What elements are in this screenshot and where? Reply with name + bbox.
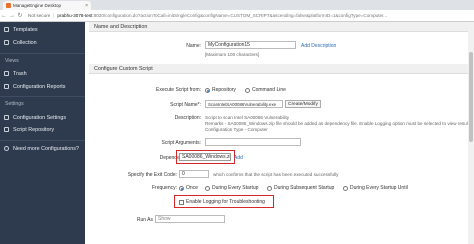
- script-arguments-input[interactable]: [205, 138, 301, 146]
- highlight-box: [176, 150, 235, 164]
- browser-tab[interactable]: ManageEngine Desktop ×: [3, 1, 91, 10]
- radio-icon: [267, 185, 272, 191]
- frequency-label: Frequency:: [151, 185, 177, 191]
- description-line: Script to scan Intel SA00086 Vulnerabili…: [205, 115, 290, 120]
- sidebar-item-configuration-reports[interactable]: Configuration Reports: [0, 81, 85, 92]
- radio-icon: [245, 87, 250, 93]
- frequency-option-label: During Subsequent Startup: [274, 185, 335, 191]
- favicon-icon: [6, 3, 11, 8]
- report-icon: [4, 84, 9, 89]
- script-name-label: Script Name*:: [170, 102, 201, 108]
- sidebar-item-label: Configuration Settings: [13, 114, 67, 121]
- browser-tab-bar: ManageEngine Desktop ×: [0, 0, 474, 10]
- run-as-field[interactable]: Show: [155, 215, 225, 223]
- description-label: Description:: [174, 115, 201, 121]
- sidebar-divider: [0, 53, 85, 54]
- sidebar-item-label: Templates: [13, 26, 38, 33]
- script-name-input[interactable]: ScanIntelSA00086Vulnerability.exe: [205, 100, 283, 108]
- sidebar-item-label: Script Repository: [13, 126, 55, 133]
- command-line-radio[interactable]: Command Line: [245, 87, 286, 93]
- command-line-radio-label: Command Line: [252, 87, 286, 93]
- url-separator: |: [53, 13, 55, 18]
- sidebar-item-script-repository[interactable]: Script Repository: [0, 124, 85, 135]
- frequency-once-radio[interactable]: Once: [179, 185, 198, 191]
- name-hint: [Maximum 100 characters]: [205, 52, 260, 57]
- create-modify-button[interactable]: Create/Modify: [285, 100, 321, 108]
- section-name-description-header: Name and Description: [89, 22, 469, 32]
- radio-selected-icon: [205, 87, 210, 93]
- frequency-option-label: During Every Startup: [212, 185, 259, 191]
- sidebar-divider: [0, 140, 85, 141]
- execute-from-label: Execute Script from:: [155, 87, 201, 93]
- tab-title: ManageEngine Desktop: [13, 3, 62, 8]
- frequency-option-label: Once: [186, 185, 198, 191]
- sidebar-item-label: Trash: [13, 70, 27, 77]
- reload-icon[interactable]: ↻: [16, 12, 24, 19]
- sidebar-item-collection[interactable]: Collection: [0, 37, 85, 48]
- sidebar-section-settings: Settings: [5, 101, 24, 107]
- url-field[interactable]: Not secure | prabhu-3078-test :8020/conf…: [28, 11, 470, 20]
- highlight-box: [174, 195, 274, 208]
- url-host: prabhu-3078-test: [57, 13, 93, 18]
- repository-radio[interactable]: Repository: [205, 87, 236, 93]
- name-label: Name:: [186, 43, 201, 49]
- back-icon[interactable]: ←: [0, 13, 8, 19]
- url-path: :8020/configuration.do?actionToCall=init…: [92, 13, 388, 18]
- name-input[interactable]: MyConfiguration15: [205, 41, 296, 49]
- sidebar-item-templates[interactable]: Templates: [0, 24, 85, 35]
- script-icon: [4, 127, 9, 132]
- create-modify-label: Create/Modify: [288, 101, 318, 107]
- script-arguments-label: Script Arguments:: [161, 140, 201, 146]
- exit-code-input[interactable]: 0: [179, 170, 209, 178]
- trash-icon: [4, 71, 9, 76]
- sidebar-item-label: Collection: [13, 39, 37, 46]
- sidebar-item-label: Need more Configurations?: [13, 145, 79, 152]
- radio-icon: [205, 185, 210, 191]
- help-icon: [4, 146, 9, 151]
- show-label: Show: [158, 216, 171, 222]
- frequency-option-label: During Every Startup Until: [350, 185, 408, 191]
- frequency-startup-until-radio[interactable]: During Every Startup Until: [343, 185, 408, 191]
- collection-icon: [4, 40, 9, 45]
- exit-code-hint: which confirms that the script has been …: [213, 172, 339, 177]
- not-secure-indicator[interactable]: Not secure: [28, 13, 50, 18]
- address-bar: ← → ↻ Not secure | prabhu-3078-test :802…: [0, 10, 474, 22]
- sidebar-item-trash[interactable]: Trash: [0, 68, 85, 79]
- forward-icon[interactable]: →: [8, 13, 16, 19]
- radio-icon: [343, 185, 348, 191]
- add-description-link[interactable]: Add Description: [301, 43, 336, 49]
- run-as-label: Run As: [136, 217, 153, 223]
- frequency-subsequent-startup-radio[interactable]: During Subsequent Startup: [267, 185, 334, 191]
- frequency-every-startup-radio[interactable]: During Every Startup: [205, 185, 258, 191]
- sidebar-item-label: Configuration Reports: [13, 83, 66, 90]
- settings-icon: [4, 115, 9, 120]
- sidebar-item-configuration-settings[interactable]: Configuration Settings: [0, 112, 85, 123]
- close-icon[interactable]: ×: [85, 3, 91, 9]
- scrollbar-thumb[interactable]: [469, 52, 473, 142]
- radio-selected-icon: [179, 185, 184, 191]
- exit-code-label: Specify the Exit Code:: [127, 172, 177, 178]
- dependency-add-link[interactable]: Add: [234, 155, 243, 161]
- description-line: Remarks - SA00086_Windows.zip file shoul…: [205, 121, 471, 126]
- sidebar-divider: [0, 96, 85, 97]
- scrollbar[interactable]: [468, 22, 474, 244]
- description-line: Configuration Type - Computer: [205, 127, 268, 132]
- sidebar-section-views: Views: [5, 58, 19, 64]
- section-custom-script-header: Configure Custom Script: [89, 64, 469, 74]
- sidebar-item-help[interactable]: Need more Configurations?: [0, 143, 85, 154]
- sidebar: Templates Collection Views Trash Configu…: [0, 22, 85, 244]
- main-content: Name and Description Name: MyConfigurati…: [85, 22, 474, 244]
- template-icon: [4, 27, 9, 32]
- repository-radio-label: Repository: [212, 87, 236, 93]
